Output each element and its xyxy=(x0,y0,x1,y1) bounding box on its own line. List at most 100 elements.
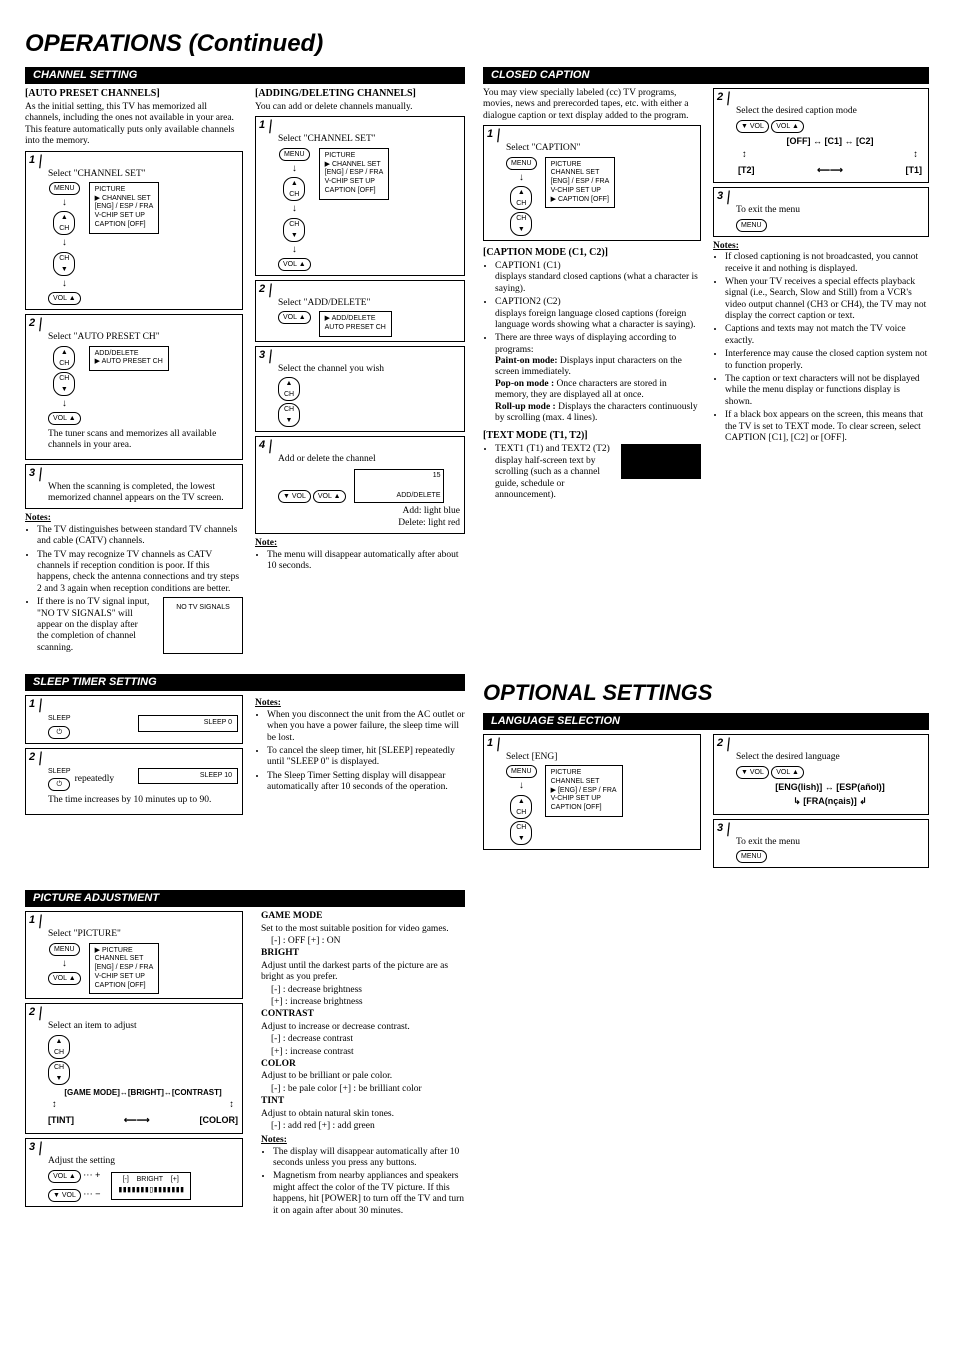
adddel-step2: 2/ Select "ADD/DELETE" VOL ▲ ▶ ADD/DELET… xyxy=(255,280,465,342)
note-item: If a black box appears on the screen, th… xyxy=(725,410,929,444)
osd-menu: ADD/DELETE ▶ AUTO PRESET CH xyxy=(89,346,169,372)
color-desc: Adjust to be brilliant or pale color. xyxy=(261,1071,471,1082)
arrow-icon: ↕ xyxy=(742,150,747,161)
bright-desc: Adjust until the darkest parts of the pi… xyxy=(261,961,471,984)
arrow-icon xyxy=(62,958,67,970)
pic-step1-text: Select "PICTURE" xyxy=(48,929,121,939)
bright-heading: BRIGHT xyxy=(261,948,299,958)
lang-step3-text: To exit the menu xyxy=(736,837,800,847)
menu-button[interactable]: MENU xyxy=(736,850,767,863)
three-ways-item: There are three ways of displaying accor… xyxy=(495,333,701,424)
lang-fra: [FRA(nçais)] xyxy=(803,796,857,806)
sleep-button[interactable]: ⏻ xyxy=(48,726,70,739)
game-values: [-] : OFF [+] : ON xyxy=(261,936,471,947)
vol-down-button[interactable]: ▼ VOL xyxy=(736,120,769,133)
menu-button[interactable]: MENU xyxy=(506,157,537,170)
ch-down-button[interactable]: CH▼ xyxy=(510,212,532,236)
optional-title: OPTIONAL SETTINGS xyxy=(483,680,929,706)
arrow-icon xyxy=(292,163,297,175)
vol-down-button[interactable]: ▼ VOL xyxy=(48,1189,81,1202)
note-item: If closed captioning is not broadcasted,… xyxy=(725,252,929,275)
arrow-icon xyxy=(292,203,297,215)
adddel-step4: 4/ Add or delete the channel ▼ VOL VOL ▲… xyxy=(255,436,465,534)
pic-step2: 2/ Select an item to adjust ▲CH CH▼ [GAM… xyxy=(25,1003,243,1133)
menu-button[interactable]: MENU xyxy=(279,148,310,161)
arrow-icon xyxy=(519,780,524,792)
arrow-icon xyxy=(62,197,67,209)
bar-closed-caption: CLOSED CAPTION xyxy=(483,67,929,84)
contrast-minus: [-] : decrease contrast xyxy=(261,1034,471,1045)
vol-up-button[interactable]: VOL ▲ xyxy=(278,311,311,324)
vol-down-button[interactable]: ▼ VOL xyxy=(278,490,311,503)
caption2-item: CAPTION2 (C2) displays foreign language … xyxy=(495,297,701,331)
add-delete-label: ADD/DELETE xyxy=(357,492,441,500)
arrow-icon xyxy=(62,398,67,410)
language-cycle: [ENG(lish)] ↔ [ESP(añol)] xyxy=(736,782,924,793)
ch-down-button[interactable]: CH▼ xyxy=(278,403,300,427)
vol-up-button[interactable]: VOL ▲ xyxy=(313,490,346,503)
arrow-icon: ⟵⟶ xyxy=(124,1115,150,1126)
lang-step1-text: Select [ENG] xyxy=(506,752,557,762)
sleep-desc: The time increases by 10 minutes up to 9… xyxy=(48,795,238,806)
note-item: The TV distinguishes between standard TV… xyxy=(37,525,243,548)
auto-step3-text: When the scanning is completed, the lowe… xyxy=(48,482,224,503)
cc-step3-text: To exit the menu xyxy=(736,205,800,215)
menu-button[interactable]: MENU xyxy=(506,765,537,778)
menu-button[interactable]: MENU xyxy=(49,182,80,195)
ch-down-button[interactable]: CH▼ xyxy=(510,821,532,845)
ch-down-button[interactable]: CH▼ xyxy=(283,218,305,242)
adddel-step1-text: Select "CHANNEL SET" xyxy=(278,134,376,144)
ch-down-button[interactable]: CH▼ xyxy=(53,252,75,276)
text-mode-item: TEXT1 (T1) and TEXT2 (T2) display half-s… xyxy=(495,444,613,501)
adddel-step3-text: Select the channel you wish xyxy=(278,364,384,374)
vol-up-button[interactable]: VOL ▲ xyxy=(48,1170,81,1183)
vol-up-button[interactable]: VOL ▲ xyxy=(771,120,804,133)
sleep-osd: SLEEP 0 xyxy=(138,715,238,732)
arrow-icon xyxy=(292,244,297,256)
osd-menu: PICTURE CHANNEL SET ▶ [ENG] / ESP / FRA … xyxy=(545,765,623,817)
adddel-intro: You can add or delete channels manually. xyxy=(255,102,465,113)
pic-step3: 3/ Adjust the setting VOL ▲ ··· + ▼ VOL … xyxy=(25,1138,243,1207)
sleep-step1: 1/ SLEEP ⏻ SLEEP 0 xyxy=(25,695,243,743)
bright-minus: [-] : decrease brightness xyxy=(261,985,471,996)
ch-up-button[interactable]: ▲CH xyxy=(283,177,305,201)
ch-up-button[interactable]: ▲CH xyxy=(53,346,75,370)
osd-menu: PICTURE ▶ CHANNEL SET [ENG] / ESP / FRA … xyxy=(89,182,160,234)
adjust-bar: ▮▮▮▮▮▮▮▯▮▮▮▮▮▮▮ xyxy=(118,1185,184,1196)
ch-up-button[interactable]: ▲CH xyxy=(510,186,532,210)
vol-up-button[interactable]: VOL ▲ xyxy=(278,258,311,271)
arrow-icon: ↕ xyxy=(913,150,918,161)
color-values: [-] : be pale color [+] : be brilliant c… xyxy=(261,1084,471,1095)
note-item: Captions and texts may not match the TV … xyxy=(725,324,929,347)
game-desc: Set to the most suitable position for vi… xyxy=(261,924,471,935)
ch-up-button[interactable]: ▲CH xyxy=(48,1035,70,1059)
ch-up-button[interactable]: ▲CH xyxy=(510,795,532,819)
heading-caption-mode: [CAPTION MODE (C1, C2)] xyxy=(483,247,701,259)
scan-text: The tuner scans and memorizes all availa… xyxy=(48,429,238,452)
text-mode-illustration xyxy=(621,444,701,479)
ch-up-button[interactable]: ▲CH xyxy=(53,211,75,235)
bar-picture: PICTURE ADJUSTMENT xyxy=(25,890,465,907)
contrast-desc: Adjust to increase or decrease contrast. xyxy=(261,1022,471,1033)
adddel-step3: 3/ Select the channel you wish ▲CH CH▼ xyxy=(255,346,465,432)
vol-up-button[interactable]: VOL ▲ xyxy=(48,292,81,305)
sleep-button[interactable]: ⏻ xyxy=(48,778,70,791)
menu-button[interactable]: MENU xyxy=(736,219,767,232)
vol-down-button[interactable]: ▼ VOL xyxy=(736,766,769,779)
ch-down-button[interactable]: CH▼ xyxy=(53,372,75,396)
osd-menu: ▶ PICTURE CHANNEL SET [ENG] / ESP / FRA … xyxy=(89,943,160,995)
vol-up-button[interactable]: VOL ▲ xyxy=(48,412,81,425)
notes-label: Notes: xyxy=(25,513,243,524)
vol-up-button[interactable]: VOL ▲ xyxy=(48,972,81,985)
tint-label: [TINT] xyxy=(48,1115,74,1126)
vol-up-button[interactable]: VOL ▲ xyxy=(771,766,804,779)
note-item: If there is no TV signal input, "NO TV S… xyxy=(37,597,243,654)
auto-intro: As the initial setting, this TV has memo… xyxy=(25,102,243,148)
note-item: The TV may recognize TV channels as CATV… xyxy=(37,550,243,596)
adddel-step2-text: Select "ADD/DELETE" xyxy=(278,298,370,308)
ch-up-button[interactable]: ▲CH xyxy=(278,377,300,401)
note-item: When your TV receives a special effects … xyxy=(725,277,929,323)
menu-button[interactable]: MENU xyxy=(49,943,80,956)
ch-down-button[interactable]: CH▼ xyxy=(48,1061,70,1085)
arrow-icon: ⟵⟶ xyxy=(817,165,843,176)
